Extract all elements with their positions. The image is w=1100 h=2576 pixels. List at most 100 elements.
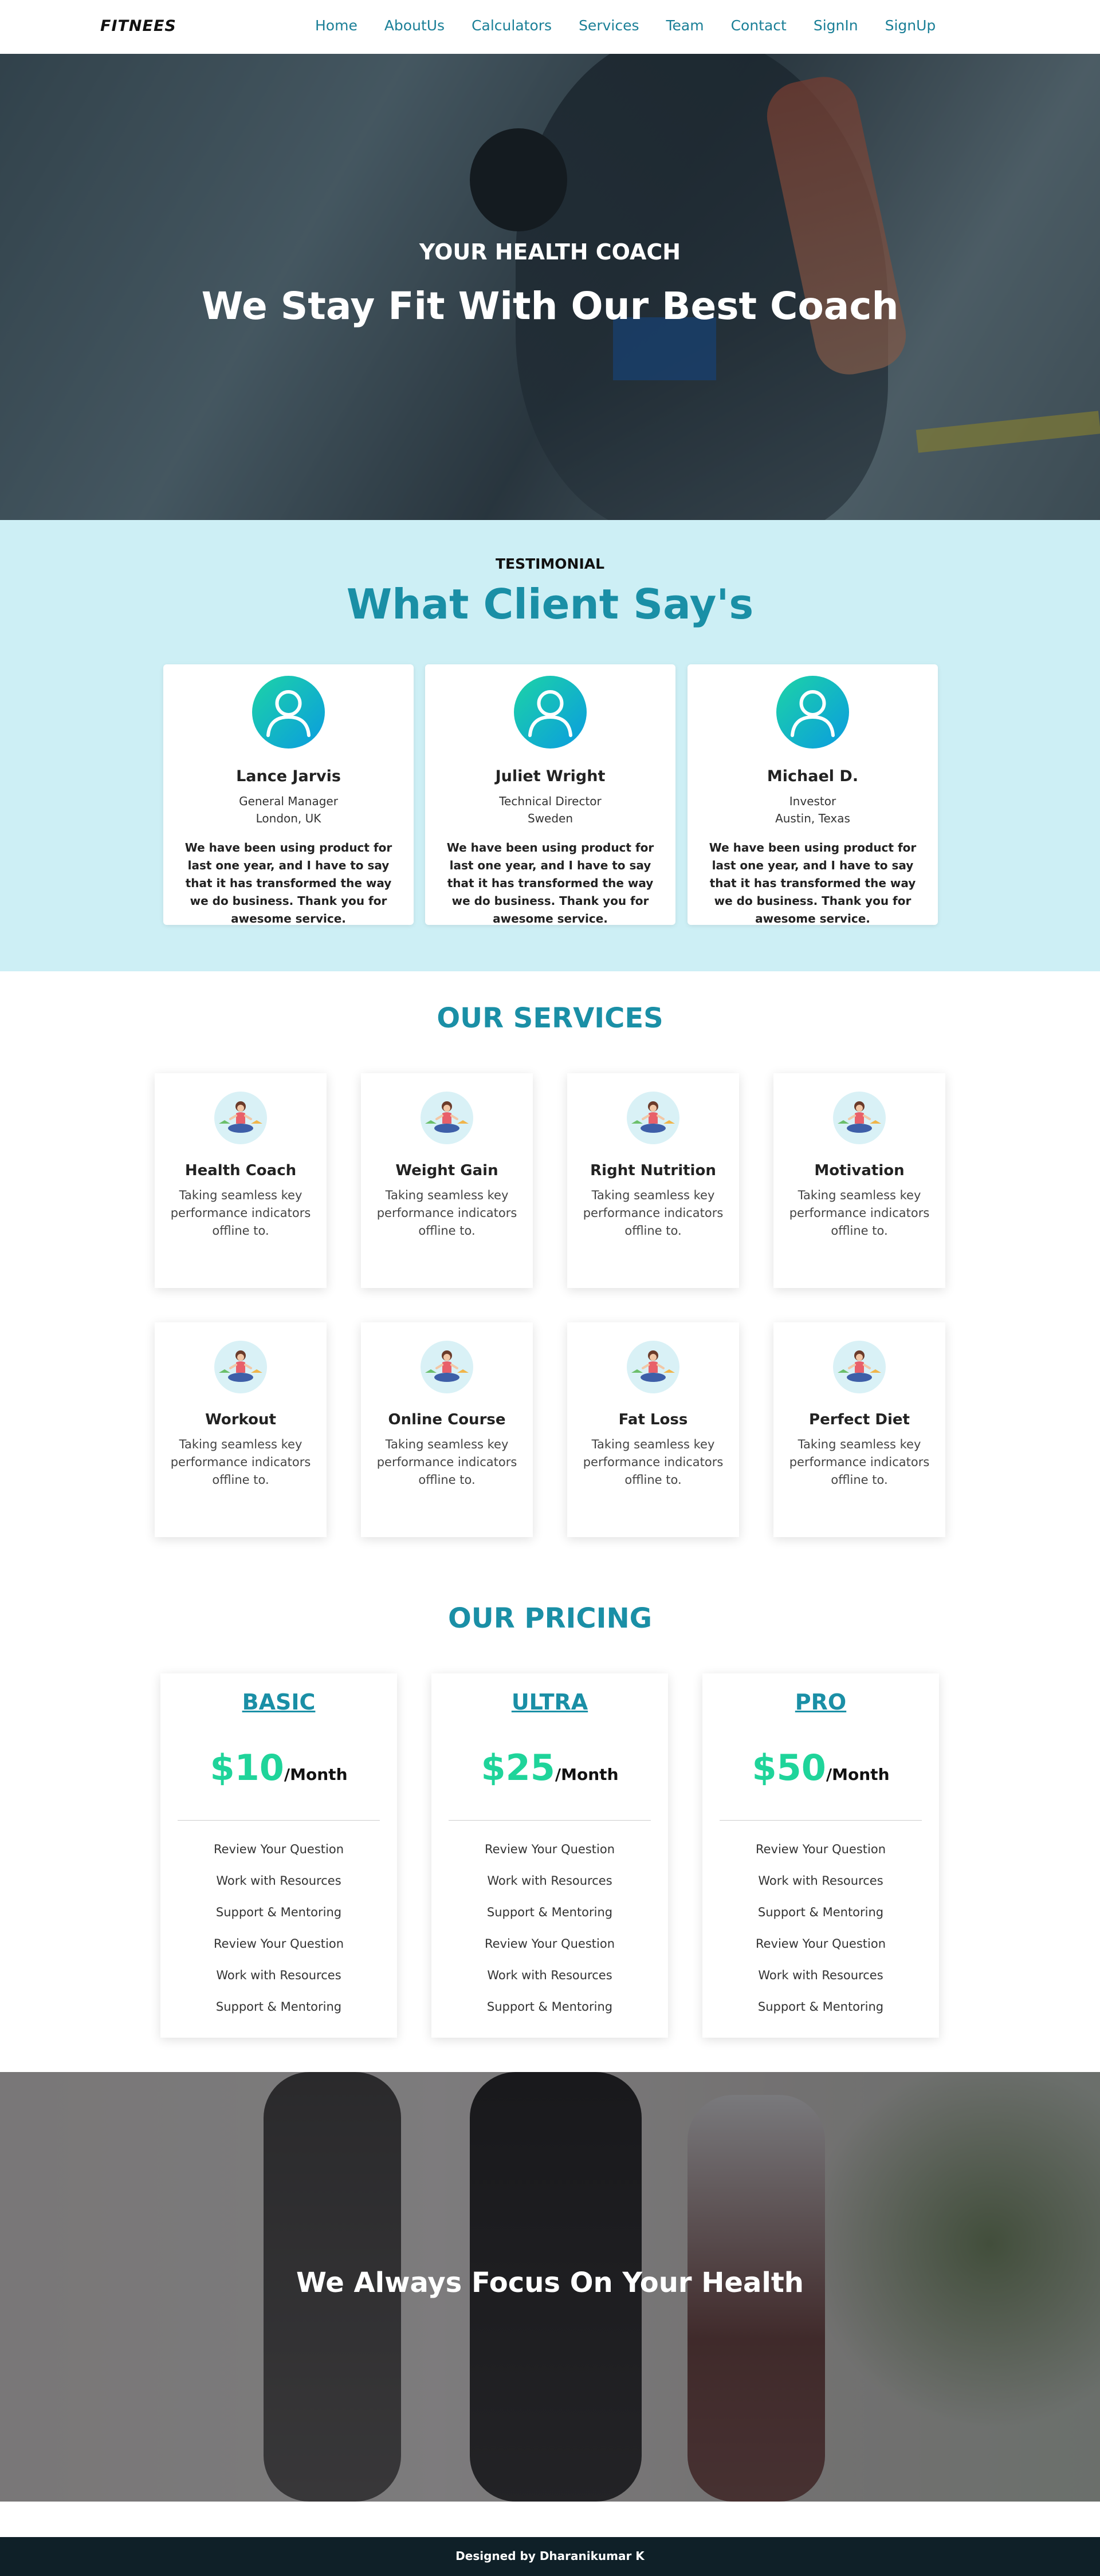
nav-link-contact[interactable]: Contact: [731, 17, 787, 34]
plan-period: /Month: [826, 1765, 890, 1784]
service-card[interactable]: Fat Loss Taking seamless key performance …: [567, 1322, 739, 1537]
plan-feature: Support & Mentoring: [215, 2000, 342, 2014]
focus-title: We Always Focus On Your Health: [296, 2267, 804, 2299]
yoga-woman-icon: [213, 1090, 268, 1145]
plan-feature: Review Your Question: [755, 1842, 886, 1856]
plan-features: Review Your Question Work with Resources S…: [160, 1834, 397, 2023]
testimonial-section: TESTIMONIAL What Client Say's Lance Jarv…: [0, 520, 1100, 971]
nav-link-home[interactable]: Home: [315, 17, 358, 34]
testimonial-location: Sweden: [527, 812, 573, 825]
service-card[interactable]: Weight Gain Taking seamless key performan…: [361, 1073, 533, 1288]
service-description: Taking seamless key performance indicato…: [789, 1188, 930, 1238]
pricing-card: PRO $50/Month Review Your Question Work wit…: [702, 1673, 939, 2038]
service-description: Taking seamless key performance indicato…: [583, 1188, 724, 1238]
testimonial-card: Juliet Wright Technical Director Sweden We …: [425, 664, 675, 925]
service-description: Taking seamless key performance indicato…: [170, 1188, 311, 1238]
testimonial-card: Lance Jarvis General Manager London, UK We …: [163, 664, 414, 925]
plan-feature: Support & Mentoring: [486, 1905, 613, 1919]
service-name: Motivation: [814, 1162, 905, 1179]
plan-feature: Support & Mentoring: [486, 2000, 613, 2014]
plan-period: /Month: [284, 1765, 348, 1784]
plan-feature: Support & Mentoring: [215, 1905, 342, 1919]
testimonial-label: TESTIMONIAL: [495, 556, 605, 572]
service-name: Perfect Diet: [809, 1411, 910, 1428]
plan-feature: Review Your Question: [213, 1937, 344, 1951]
divider: [178, 1820, 380, 1821]
plan-feature: Review Your Question: [755, 1937, 886, 1951]
plan-feature: Work with Resources: [487, 1874, 612, 1888]
plan-amount: $10: [210, 1747, 284, 1789]
service-name: Right Nutrition: [590, 1162, 716, 1179]
plan-feature: Work with Resources: [487, 1968, 612, 1982]
plan-feature: Review Your Question: [213, 1842, 344, 1856]
service-card[interactable]: Right Nutrition Taking seamless key perfo…: [567, 1073, 739, 1288]
plan-price: $10/Month: [160, 1747, 397, 1789]
divider: [449, 1820, 651, 1821]
plan-features: Review Your Question Work with Resources S…: [431, 1834, 668, 2023]
testimonial-quote: We have been using product for last one …: [446, 841, 654, 925]
pricing-title: OUR PRICING: [447, 1602, 653, 1634]
service-card[interactable]: Workout Taking seamless key performance i…: [155, 1322, 327, 1537]
nav-link-signup[interactable]: SignUp: [885, 17, 936, 34]
service-description: Taking seamless key performance indicato…: [789, 1437, 930, 1487]
plan-name[interactable]: ULTRA: [431, 1689, 668, 1715]
service-name: Weight Gain: [395, 1162, 498, 1179]
testimonial-role: Investor: [789, 794, 836, 808]
plan-period: /Month: [555, 1765, 619, 1784]
plan-feature: Support & Mentoring: [757, 1905, 884, 1919]
pricing-card: ULTRA $25/Month Review Your Question Work w…: [431, 1673, 668, 2038]
service-name: Health Coach: [184, 1162, 297, 1179]
nav-link-aboutus[interactable]: AboutUs: [384, 17, 445, 34]
nav-links: Home AboutUs Calculators Services Team C…: [315, 17, 962, 34]
plan-name[interactable]: BASIC: [160, 1689, 397, 1715]
plan-feature: Review Your Question: [484, 1937, 615, 1951]
user-icon: [776, 676, 849, 749]
site-logo[interactable]: FITNEES: [100, 17, 176, 35]
nav-link-services[interactable]: Services: [579, 17, 639, 34]
testimonial-location: London, UK: [256, 812, 321, 825]
testimonial-location: Austin, Texas: [775, 812, 850, 825]
footer: Designed by Dharanikumar K: [0, 2537, 1100, 2576]
service-description: Taking seamless key performance indicato…: [376, 1188, 517, 1238]
testimonial-quote: We have been using product for last one …: [184, 841, 392, 925]
testimonial-name: Michael D.: [767, 767, 859, 785]
services-title: OUR SERVICES: [437, 1002, 663, 1034]
service-description: Taking seamless key performance indicato…: [170, 1437, 311, 1487]
nav-link-calculators[interactable]: Calculators: [472, 17, 552, 34]
divider: [720, 1820, 922, 1821]
plan-feature: Work with Resources: [216, 1968, 341, 1982]
footer-credit: Designed by Dharanikumar K: [455, 2549, 645, 2563]
testimonial-name: Juliet Wright: [495, 767, 606, 785]
top-navbar: FITNEES Home AboutUs Calculators Service…: [0, 0, 1100, 54]
testimonial-quote: We have been using product for last one …: [709, 841, 917, 925]
focus-banner: We Always Focus On Your Health: [0, 2072, 1100, 2502]
user-icon: [514, 676, 587, 749]
service-card[interactable]: Online Course Taking seamless key perform…: [361, 1322, 533, 1537]
service-card[interactable]: Health Coach Taking seamless key performa…: [155, 1073, 327, 1288]
plan-amount: $50: [752, 1747, 826, 1789]
testimonial-title: What Client Say's: [346, 580, 754, 628]
yoga-woman-icon: [626, 1340, 681, 1395]
service-card[interactable]: Motivation Taking seamless key performanc…: [773, 1073, 945, 1288]
service-name: Fat Loss: [618, 1411, 688, 1428]
nav-link-signin[interactable]: SignIn: [814, 17, 858, 34]
yoga-woman-icon: [213, 1340, 268, 1395]
yoga-woman-icon: [832, 1340, 887, 1395]
plan-name[interactable]: PRO: [702, 1689, 939, 1715]
yoga-woman-icon: [419, 1340, 474, 1395]
service-description: Taking seamless key performance indicato…: [376, 1437, 517, 1487]
testimonial-name: Lance Jarvis: [236, 767, 341, 785]
hero-subtitle: YOUR HEALTH COACH: [419, 239, 681, 265]
plan-price: $25/Month: [431, 1747, 668, 1789]
yoga-woman-icon: [832, 1090, 887, 1145]
service-card[interactable]: Perfect Diet Taking seamless key performa…: [773, 1322, 945, 1537]
testimonial-role: Technical Director: [499, 794, 602, 808]
plan-amount: $25: [481, 1747, 555, 1789]
nav-link-team[interactable]: Team: [666, 17, 704, 34]
service-name: Online Course: [388, 1411, 506, 1428]
testimonial-card: Michael D. Investor Austin, Texas We have b…: [688, 664, 938, 925]
hero-title: We Stay Fit With Our Best Coach: [201, 284, 899, 328]
plan-feature: Work with Resources: [758, 1968, 883, 1982]
plan-feature: Review Your Question: [484, 1842, 615, 1856]
plan-feature: Work with Resources: [758, 1874, 883, 1888]
